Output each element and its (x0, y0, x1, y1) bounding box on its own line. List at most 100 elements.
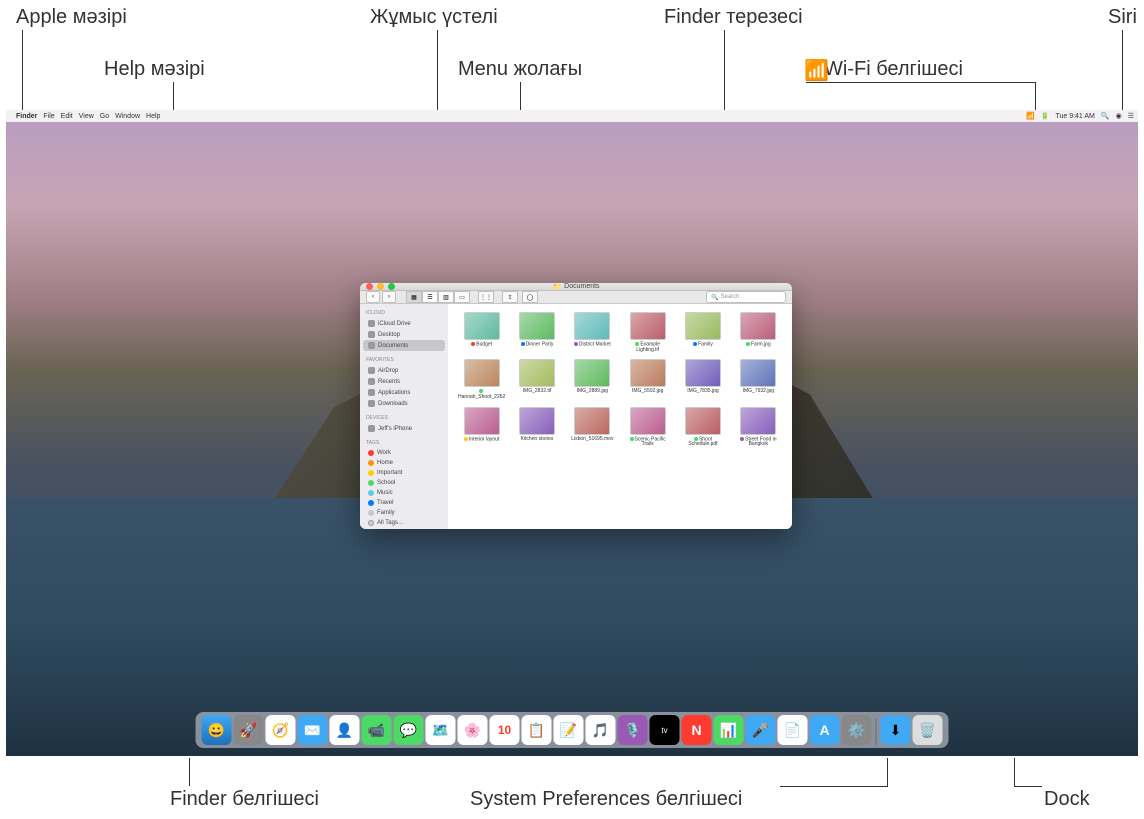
menubar-item-view[interactable]: View (79, 113, 94, 120)
finder-titlebar[interactable]: 📁 Documents (360, 283, 792, 291)
spotlight-icon[interactable]: 🔍 (1101, 112, 1110, 120)
dock-calendar-icon[interactable]: 10 (490, 715, 520, 745)
file-grid: BudgetDinner PartyDistrict MarketExample… (448, 304, 792, 529)
dock-launchpad-icon[interactable]: 🚀 (234, 715, 264, 745)
file-thumbnail (685, 312, 721, 340)
battery-icon[interactable]: 🔋 (1041, 112, 1050, 120)
maximize-button[interactable] (388, 283, 395, 290)
wifi-icon[interactable]: 📶 (1026, 112, 1035, 120)
dock-music-icon[interactable]: 🎵 (586, 715, 616, 745)
file-item[interactable]: Kitchen stories (511, 407, 562, 448)
dock-photos-icon[interactable]: 🌸 (458, 715, 488, 745)
dock-pages-icon[interactable]: 📄 (778, 715, 808, 745)
file-item[interactable]: Example Lighting.tif (622, 312, 673, 353)
tag-dot-icon (464, 437, 468, 441)
file-item[interactable]: IMG_2832.tif (511, 359, 562, 400)
dock-maps-icon[interactable]: 🗺️ (426, 715, 456, 745)
file-label: IMG_2832.tif (523, 389, 552, 395)
dock-reminders-icon[interactable]: 📋 (522, 715, 552, 745)
group-by-button[interactable]: ⋮⋮ (478, 291, 494, 303)
file-label: Farm.jpg (746, 342, 771, 348)
file-item[interactable]: IMG_7835.jpg (677, 359, 728, 400)
share-button[interactable]: ⇪ (502, 291, 518, 303)
file-thumbnail (630, 407, 666, 435)
sidebar-item-important[interactable]: Important (360, 468, 448, 478)
dock-mail-icon[interactable]: ✉️ (298, 715, 328, 745)
dock-notes-icon[interactable]: 📝 (554, 715, 584, 745)
back-button[interactable]: ‹ (366, 291, 380, 303)
sidebar-item-work[interactable]: Work (360, 448, 448, 458)
file-item[interactable]: Family (677, 312, 728, 353)
dock-sysprefs-icon[interactable]: ⚙️ (842, 715, 872, 745)
search-input[interactable]: 🔍 Search (706, 291, 786, 303)
menubar-item-help[interactable]: Help (146, 113, 160, 120)
menubar-item-go[interactable]: Go (100, 113, 109, 120)
sidebar-item-family[interactable]: Family (360, 508, 448, 518)
tag-dot-icon (368, 470, 374, 476)
sidebar-item-recents[interactable]: Recents (360, 376, 448, 387)
sidebar-heading: Tags (360, 438, 448, 448)
sidebar-item-all-tags-[interactable]: All Tags… (360, 518, 448, 528)
sidebar-item-documents[interactable]: Documents (363, 340, 445, 351)
file-item[interactable]: Interior layout (456, 407, 507, 448)
desktop-area: Finder File Edit View Go Window Help 📶 🔋… (6, 110, 1138, 756)
sidebar-item-music[interactable]: Music (360, 488, 448, 498)
close-button[interactable] (366, 283, 373, 290)
dock-messages-icon[interactable]: 💬 (394, 715, 424, 745)
menubar-item-edit[interactable]: Edit (61, 113, 73, 120)
tag-dot-icon (693, 342, 697, 346)
file-item[interactable]: IMG_2889.jpg (567, 359, 618, 400)
file-item[interactable]: Street Food in Bangkok (733, 407, 784, 448)
gallery-view-button[interactable]: ▭ (454, 291, 470, 303)
dock-downloads-icon[interactable]: ⬇ (881, 715, 911, 745)
sidebar-item-icloud-drive[interactable]: iCloud Drive (360, 318, 448, 329)
file-item[interactable]: Hannah_Shoot_2262 (456, 359, 507, 400)
sidebar-item-home[interactable]: Home (360, 458, 448, 468)
file-item[interactable]: IMG_5502.jpg (622, 359, 673, 400)
file-item[interactable]: Scenic Pacific Trails (622, 407, 673, 448)
file-item[interactable]: Lisbon_51695.mov (567, 407, 618, 448)
sidebar-item-desktop[interactable]: Desktop (360, 329, 448, 340)
dock-trash-icon[interactable]: 🗑️ (913, 715, 943, 745)
dock-numbers-icon[interactable]: 📊 (714, 715, 744, 745)
file-item[interactable]: Dinner Party (511, 312, 562, 353)
file-item[interactable]: Farm.jpg (733, 312, 784, 353)
dock-facetime-icon[interactable]: 📹 (362, 715, 392, 745)
tags-button[interactable]: ◯ (522, 291, 538, 303)
sidebar-item-downloads[interactable]: Downloads (360, 398, 448, 409)
menubar-item-file[interactable]: File (43, 113, 54, 120)
file-item[interactable]: District Market (567, 312, 618, 353)
tag-dot-icon (471, 342, 475, 346)
column-view-button[interactable]: ▥ (438, 291, 454, 303)
dock-keynote-icon[interactable]: 🎤 (746, 715, 776, 745)
menubar-app-name[interactable]: Finder (16, 113, 37, 120)
dock-tv-icon[interactable]: tv (650, 715, 680, 745)
cloud-icon (368, 320, 375, 327)
minimize-button[interactable] (377, 283, 384, 290)
dock-safari-icon[interactable]: 🧭 (266, 715, 296, 745)
file-item[interactable]: Shoot Schedule.pdf (677, 407, 728, 448)
clock[interactable]: Tue 9:41 AM (1055, 113, 1094, 120)
list-view-button[interactable]: ☰ (422, 291, 438, 303)
file-item[interactable]: IMG_7932.jpg (733, 359, 784, 400)
dock-podcasts-icon[interactable]: 🎙️ (618, 715, 648, 745)
dock-finder-icon[interactable]: 😀 (202, 715, 232, 745)
down-icon (368, 400, 375, 407)
sidebar-item-airdrop[interactable]: AirDrop (360, 365, 448, 376)
dock-news-icon[interactable]: N (682, 715, 712, 745)
sidebar-item-school[interactable]: School (360, 478, 448, 488)
tag-dot-icon (368, 520, 374, 526)
siri-icon[interactable]: ◉ (1116, 112, 1122, 120)
sidebar-item-travel[interactable]: Travel (360, 498, 448, 508)
file-thumbnail (685, 407, 721, 435)
menubar-item-window[interactable]: Window (115, 113, 140, 120)
dock-contacts-icon[interactable]: 👤 (330, 715, 360, 745)
icon-view-button[interactable]: ▦ (406, 291, 422, 303)
sidebar-item-applications[interactable]: Applications (360, 387, 448, 398)
dock-appstore-icon[interactable]: A (810, 715, 840, 745)
forward-button[interactable]: › (382, 291, 396, 303)
notification-center-icon[interactable]: ☰ (1128, 112, 1134, 120)
callout-desktop: Жұмыс үстелі (370, 6, 498, 29)
sidebar-item-jeff-s-iphone[interactable]: Jeff's iPhone (360, 423, 448, 434)
file-item[interactable]: Budget (456, 312, 507, 353)
